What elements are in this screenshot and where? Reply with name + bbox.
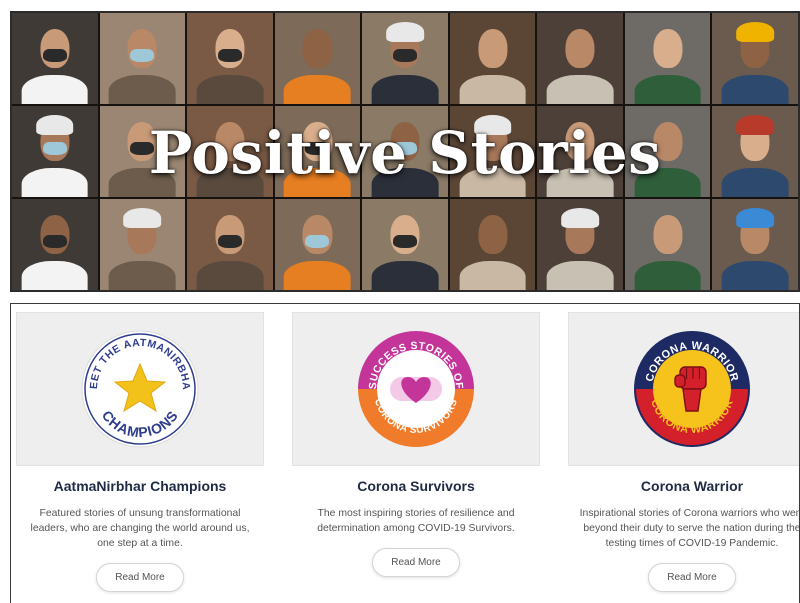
- hero-banner: Positive Stories: [10, 11, 800, 292]
- portrait-tile: [274, 13, 361, 104]
- portrait-tile: [362, 199, 448, 290]
- portrait-tile: [449, 199, 536, 290]
- portrait-tile: [712, 199, 798, 290]
- card-title: AatmaNirbhar Champions: [53, 478, 227, 494]
- card-corona-survivors: SUCCESS STORIES OF CORONA SURVIVORS Coro…: [292, 312, 540, 603]
- story-categories: MEET THE AATMANIRBHAR CHAMPIONS AatmaNir…: [10, 303, 800, 603]
- portrait-tile: [712, 13, 798, 104]
- read-more-button[interactable]: Read More: [372, 548, 460, 577]
- portrait-tile: [99, 13, 186, 104]
- card-title: Corona Survivors: [357, 478, 475, 494]
- read-more-button[interactable]: Read More: [648, 563, 736, 592]
- portrait-tile: [624, 199, 711, 290]
- read-more-button[interactable]: Read More: [96, 563, 184, 592]
- banner-title: Positive Stories: [148, 119, 662, 187]
- portrait-tile: [99, 199, 186, 290]
- portrait-tile: [187, 199, 273, 290]
- card-description: Featured stories of unsung transformatio…: [30, 508, 250, 549]
- portrait-tile: [449, 13, 536, 104]
- portrait-tile: [12, 199, 98, 290]
- card-corona-warrior: CORONA WARRIOR CORONA WARRIOR Corona War…: [568, 312, 800, 603]
- portrait-tile: [537, 13, 623, 104]
- card-title: Corona Warrior: [640, 478, 744, 494]
- survivors-badge-icon: SUCCESS STORIES OF CORONA SURVIVORS: [358, 331, 474, 447]
- portrait-tile: [274, 199, 361, 290]
- champions-badge-icon: MEET THE AATMANIRBHAR CHAMPIONS: [79, 328, 199, 448]
- card-description: Inspirational stories of Corona warriors…: [579, 508, 800, 549]
- card-logo-area: SUCCESS STORIES OF CORONA SURVIVORS: [292, 312, 540, 466]
- card-description: The most inspiring stories of resilience…: [317, 508, 515, 534]
- card-logo-area: MEET THE AATMANIRBHAR CHAMPIONS: [16, 312, 264, 466]
- card-aatmanirbhar-champions: MEET THE AATMANIRBHAR CHAMPIONS AatmaNir…: [16, 312, 264, 603]
- portrait-tile: [624, 13, 711, 104]
- portrait-tile: [12, 13, 98, 104]
- portrait-tile: [187, 13, 273, 104]
- warrior-badge-icon: CORONA WARRIOR CORONA WARRIOR: [634, 331, 750, 447]
- portrait-tile: [537, 199, 623, 290]
- card-logo-area: CORONA WARRIOR CORONA WARRIOR: [568, 312, 799, 466]
- portrait-tile: [362, 13, 448, 104]
